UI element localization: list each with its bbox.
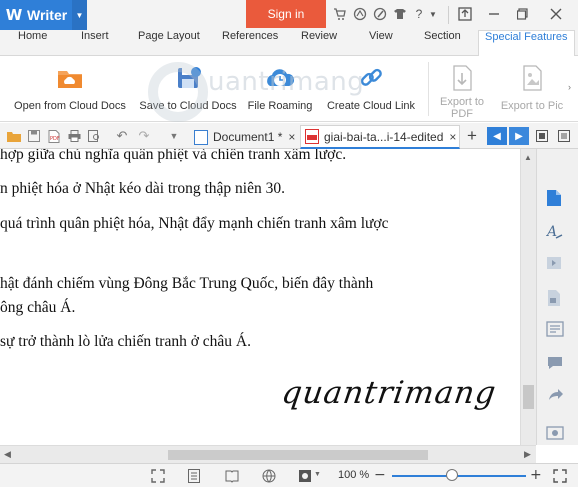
eye-protection-icon[interactable] [298,469,312,483]
comment-icon[interactable] [546,355,564,373]
pdf-export-icon [446,62,478,94]
chevron-down-icon[interactable]: ▼ [425,6,441,22]
review-pane-icon[interactable] [546,321,564,339]
backup-icon[interactable] [546,425,564,443]
zoom-out-button[interactable]: − [374,467,386,483]
tab-view[interactable]: View [369,30,393,56]
cloud-folder-icon [54,62,86,94]
window-list-icon[interactable] [556,128,572,144]
chevron-down-icon[interactable]: ▼ [314,471,321,478]
tab-page-layout[interactable]: Page Layout [138,30,200,56]
signature: quantrimang [279,375,499,411]
svg-text:PDF: PDF [50,136,60,142]
web-view-icon[interactable] [262,469,276,483]
export-pdf-icon[interactable]: PDF [46,128,62,144]
skin-icon[interactable] [392,6,408,22]
svg-text:A: A [546,224,557,240]
fit-window-icon[interactable] [553,469,567,483]
zoom-slider-thumb[interactable] [446,469,459,481]
chevron-down-icon[interactable]: ▼ [166,128,182,144]
separator [448,6,449,24]
chevron-right-icon[interactable]: › [568,82,571,92]
new-document-icon[interactable] [546,189,564,207]
undo-icon[interactable]: ↶ [114,128,130,144]
tab-list-icon[interactable] [534,128,550,144]
tab-giai-bai-tap[interactable]: giai-bai-ta...i-14-edited × [300,125,460,149]
cart-icon[interactable] [332,6,348,22]
fullscreen-icon[interactable] [151,469,165,483]
document-line: sự trở thành lò lửa chiến tranh ở châu Á… [0,333,251,350]
picture-export-icon [516,62,548,94]
doc-tab-label: Document1 * [213,130,283,144]
tab-document1[interactable]: Document1 * × [190,125,296,149]
ribbon-tabs: Home Insert Page Layout References Revie… [0,30,578,57]
zoom-level[interactable]: 100 % [338,469,369,481]
close-icon[interactable]: × [449,130,456,144]
horizontal-scrollbar[interactable]: ◀ ▶ [0,445,536,463]
watermark-logo-icon [148,62,208,122]
open-from-cloud-docs-button[interactable]: Open from Cloud Docs [8,60,132,118]
app-menu-button[interactable]: W Writer ▼ [0,0,87,30]
close-icon[interactable] [548,6,564,22]
save-icon[interactable] [26,128,42,144]
watermark-text: uantrimang [208,67,365,97]
redo-icon[interactable]: ↷ [136,128,152,144]
document-icon [305,129,319,144]
next-tab-button[interactable]: ▶ [509,127,529,145]
document-line: quá trình quân phiệt hóa, Nhật đẩy mạnh … [0,215,389,232]
ring-icon[interactable] [352,6,368,22]
page-view-icon[interactable] [188,469,202,483]
add-tab-icon[interactable]: + [464,126,480,145]
document-icon [194,129,208,145]
writer-logo-icon: W [5,6,23,24]
book-view-icon[interactable] [225,469,239,483]
export-to-pdf-button[interactable]: Export to PDF [434,60,490,120]
maximize-icon[interactable] [515,6,531,22]
restore-icon[interactable] [457,6,473,22]
open-folder-icon[interactable] [6,128,22,144]
tab-references[interactable]: References [222,30,278,56]
doc-tab-label: giai-bai-ta...i-14-edited [324,129,444,144]
navigation-icon[interactable] [546,255,564,273]
separator [428,62,429,116]
document-line: hật đánh chiếm vùng Đông Bắc Trung Quốc,… [0,275,374,292]
close-icon[interactable]: × [288,130,295,144]
tab-section[interactable]: Section [424,30,461,56]
document-line: ông châu Á. [0,299,76,316]
tab-special-features[interactable]: Special Features [478,30,575,57]
document-line: n phiệt hóa ở Nhật kéo dài trong thập ni… [0,180,285,197]
print-preview-icon[interactable] [86,128,102,144]
document-canvas[interactable]: hợp giữa chủ nghĩa quân phiệt và chiến t… [0,149,520,445]
side-panel: A [536,149,578,445]
horizontal-scroll-thumb[interactable] [168,450,428,460]
print-icon[interactable] [66,128,82,144]
previous-tab-button[interactable]: ◀ [487,127,507,145]
document-line: hợp giữa chủ nghĩa quân phiệt và chiến t… [0,149,347,163]
vertical-scroll-thumb[interactable] [523,385,534,409]
title-bar: W Writer ▼ Sign in ? ▼ [0,0,578,30]
sign-in-button[interactable]: Sign in [246,0,326,28]
tab-insert[interactable]: Insert [81,30,109,56]
style-format-icon[interactable]: A [545,223,564,241]
scroll-right-arrow-icon[interactable]: ▶ [524,449,531,460]
scroll-left-arrow-icon[interactable]: ◀ [4,449,11,460]
app-name: Writer [27,7,68,23]
scroll-up-arrow-icon[interactable]: ▲ [524,153,532,162]
brush-icon[interactable] [372,6,388,22]
zoom-in-button[interactable]: + [530,467,542,483]
status-bar: ▼ 100 % − + [0,463,578,487]
vertical-scrollbar[interactable]: ▲ [520,149,536,445]
chevron-down-icon[interactable]: ▼ [72,0,87,30]
tab-home[interactable]: Home [18,30,47,56]
document-lock-icon[interactable] [546,289,564,307]
tab-review[interactable]: Review [301,30,337,56]
zoom-slider-track[interactable] [392,475,526,477]
export-to-picture-button[interactable]: Export to Pic [496,60,568,118]
share-icon[interactable] [546,387,564,405]
minimize-icon[interactable] [486,6,502,22]
document-tab-bar: PDF ↶ ↷ ▼ Document1 * × giai-bai-ta...i-… [0,123,578,149]
